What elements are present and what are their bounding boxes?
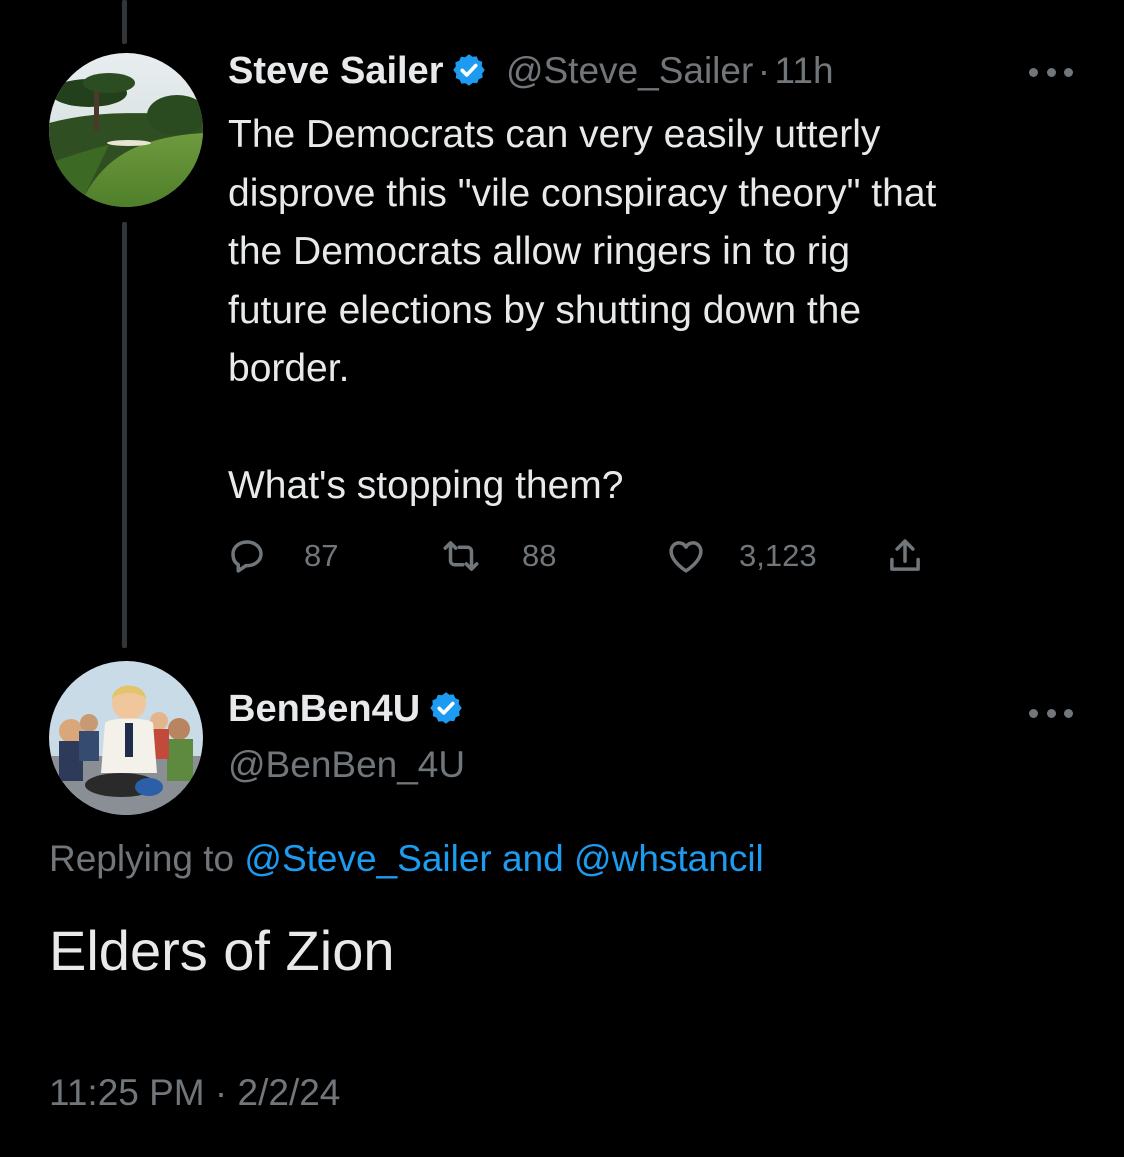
retweet-button[interactable]: 88	[440, 535, 556, 577]
avatar-golf-course-image	[49, 53, 203, 207]
replying-to-line: Replying to @Steve_Sailer and @whstancil	[49, 838, 764, 880]
relative-time[interactable]: 11h	[775, 50, 834, 91]
display-name[interactable]: Steve Sailer	[228, 50, 443, 92]
tweet-timestamp[interactable]: 11:25 PM · 2/2/24	[49, 1072, 340, 1114]
retweet-icon	[443, 541, 479, 571]
verified-badge-icon	[451, 52, 487, 88]
time-separator: ·	[757, 50, 771, 91]
avatar-steve-sailer[interactable]	[49, 53, 203, 207]
avatar-cartoon-image	[49, 661, 203, 815]
display-name[interactable]: BenBen4U	[228, 688, 420, 730]
thread-line-middle	[122, 222, 127, 648]
thread-line-top	[122, 0, 127, 44]
like-count: 3,123	[739, 538, 817, 573]
handle[interactable]: @BenBen_4U	[228, 744, 465, 786]
reply-icon	[231, 540, 263, 573]
replying-to-label: Replying to	[49, 838, 245, 879]
mention-whstancil[interactable]: @whstancil	[574, 838, 764, 879]
avatar-benben4u[interactable]	[49, 661, 203, 815]
parent-tweet-header: Steve Sailer @Steve_Sailer · 11h	[228, 50, 834, 100]
reply-count: 87	[304, 538, 339, 573]
handle[interactable]: @Steve_Sailer	[506, 50, 753, 91]
replying-and[interactable]: and	[492, 838, 574, 879]
like-icon	[669, 541, 703, 573]
like-button[interactable]: 3,123	[665, 535, 817, 577]
parent-tweet-text: The Democrats can very easily utterly di…	[228, 113, 937, 507]
verified-badge-icon	[428, 690, 464, 726]
more-options-icon[interactable]	[1029, 706, 1073, 720]
mention-steve-sailer[interactable]: @Steve_Sailer	[244, 838, 491, 879]
share-button[interactable]	[884, 535, 926, 577]
reply-button[interactable]: 87	[226, 535, 338, 577]
retweet-count: 88	[522, 538, 557, 573]
share-icon	[890, 539, 920, 571]
reply-tweet-header: BenBen4U	[228, 688, 464, 731]
more-options-icon[interactable]	[1029, 65, 1073, 79]
reply-tweet-text: Elders of Zion	[49, 919, 395, 982]
